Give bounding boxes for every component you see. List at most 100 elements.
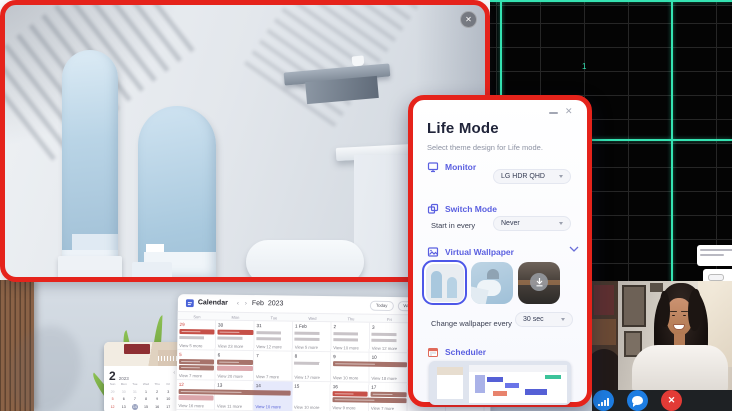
virtual-wallpaper-label: Virtual Wallpaper <box>445 247 514 257</box>
event-bar <box>332 391 368 396</box>
calendar-date: 17 <box>371 384 376 389</box>
calendar-date: 29 <box>180 322 185 327</box>
wall-calendar-date: 6 <box>118 396 129 402</box>
wall-arch-middle <box>138 106 216 282</box>
event-text <box>333 332 369 335</box>
start-interval-select[interactable]: Never <box>493 216 571 231</box>
wall-calendar-date: 9 <box>152 396 163 402</box>
minimize-button[interactable] <box>549 112 558 114</box>
shelf-frame <box>622 285 646 327</box>
view-more-link[interactable]: View 16 more <box>178 403 204 408</box>
event-bar <box>371 392 407 397</box>
chevron-down-icon <box>561 318 565 321</box>
view-more-link[interactable]: View 7 more <box>371 405 394 410</box>
life-mode-panel: ✕ Life Mode Select theme design for Life… <box>408 95 592 407</box>
wall-calendar-grid: SunMonTueWedThuFriSat2930311234567891011… <box>104 380 188 411</box>
calendar-month: Feb <box>252 300 264 307</box>
seat <box>246 240 364 282</box>
event-bar <box>179 329 215 334</box>
axis-label: 1 <box>582 62 586 71</box>
tooltip-button[interactable] <box>708 274 724 281</box>
view-more-link[interactable]: View 12 more <box>372 345 398 350</box>
wall-calendar-date: 30 <box>118 389 129 395</box>
wall-calendar-day-header: Fri <box>163 381 174 387</box>
wall-calendar-day-header: Tue <box>129 381 140 387</box>
switch-mode-icon <box>427 203 439 215</box>
switch-mode-label: Switch Mode <box>445 204 497 214</box>
view-more-link[interactable]: View 5 more <box>295 344 318 349</box>
participant-hair <box>688 289 701 331</box>
start-in-every-label: Start in every <box>431 221 475 230</box>
shelf-box <box>650 283 663 292</box>
view-more-link[interactable]: View 10 more <box>294 404 320 409</box>
view-more-link[interactable]: View 20 more <box>217 373 243 378</box>
view-more-link[interactable]: View 17 more <box>294 374 320 379</box>
change-wallpaper-label: Change wallpaper every <box>431 319 512 328</box>
start-interval-value: Never <box>501 220 520 227</box>
view-more-link[interactable]: View 10 more <box>333 375 359 380</box>
chat-button[interactable] <box>627 390 648 411</box>
calendar-date: 8 <box>295 353 298 358</box>
end-call-button[interactable]: ✕ <box>661 390 682 411</box>
event-bar <box>178 365 214 370</box>
event-text <box>294 332 330 335</box>
event-text <box>217 337 253 340</box>
calendar-day-header: Mon <box>216 315 255 321</box>
wall-calendar-date: 15 <box>140 404 151 410</box>
virtual-wallpaper-section: Virtual Wallpaper <box>427 246 514 258</box>
view-more-link[interactable]: View 7 more <box>256 374 279 379</box>
wall-calendar-header: 22023 ‹ › <box>104 366 188 380</box>
monitor-select-value: LG HDR QHD <box>501 173 545 180</box>
participant-shirt <box>632 345 728 390</box>
view-more-link[interactable]: View 10 more <box>333 345 359 350</box>
wall-calendar-day-header: Mon <box>118 381 129 387</box>
chevron-down-icon <box>559 175 563 178</box>
prev-week-button[interactable]: ‹ <box>236 300 240 306</box>
monitor-select[interactable]: LG HDR QHD <box>493 169 571 184</box>
close-icon[interactable]: ✕ <box>460 11 477 28</box>
chevron-down-icon[interactable] <box>569 246 579 253</box>
calendar-date: 30 <box>218 322 223 327</box>
event-text <box>294 338 330 341</box>
view-more-link[interactable]: View 11 more <box>217 403 242 408</box>
view-more-link[interactable]: View 9 more <box>332 405 355 410</box>
scheduler-preview <box>429 361 571 405</box>
calendar-date: 31 <box>257 323 262 328</box>
close-button[interactable]: ✕ <box>565 106 573 117</box>
chat-icon <box>632 396 643 405</box>
calendar-year: 2023 <box>268 300 284 307</box>
wall-calendar-date: 13 <box>118 404 129 410</box>
wallpaper-thumbnail-arched[interactable] <box>422 260 467 305</box>
monitor-label: Monitor <box>445 162 476 172</box>
network-quality-button[interactable] <box>593 390 614 411</box>
calendar-icon <box>427 346 439 358</box>
wallpaper-thumbnail-download[interactable] <box>518 262 560 304</box>
view-more-link[interactable]: View 7 more <box>179 373 202 378</box>
calendar-date: 9 <box>333 354 336 359</box>
view-more-link[interactable]: View 18 more <box>371 375 397 380</box>
panel-subtitle: Select theme design for Life mode. <box>427 143 543 152</box>
wall-calendar-date: 5 <box>107 396 118 402</box>
calendar-day-header: Thu <box>332 316 371 322</box>
wall-calendar-day-header: Wed <box>140 381 151 387</box>
switch-mode-section: Switch Mode <box>427 203 497 215</box>
leaf-shadow <box>244 0 426 127</box>
calendar-date: 6 <box>218 352 221 357</box>
event-text <box>371 333 407 336</box>
participant-hair <box>660 291 670 327</box>
video-call-window: ✕ <box>592 281 732 411</box>
next-week-button[interactable]: › <box>244 300 248 306</box>
wall-calendar-date: 7 <box>129 396 140 402</box>
change-interval-select[interactable]: 30 sec <box>515 312 573 327</box>
wallpaper-thumbnail-abstract[interactable] <box>471 262 513 304</box>
view-more-link[interactable]: View 10 more <box>255 404 281 409</box>
video-controls: ✕ <box>592 390 732 411</box>
event-text <box>371 339 407 342</box>
arch-step <box>58 256 122 282</box>
view-more-link[interactable]: View 23 more <box>218 343 244 348</box>
prev-month-button[interactable]: ‹ <box>173 370 175 376</box>
view-more-link[interactable]: View 5 more <box>179 343 202 348</box>
view-more-link[interactable]: View 12 more <box>256 344 282 349</box>
today-button[interactable]: Today <box>370 300 394 310</box>
arch-step <box>132 262 172 282</box>
